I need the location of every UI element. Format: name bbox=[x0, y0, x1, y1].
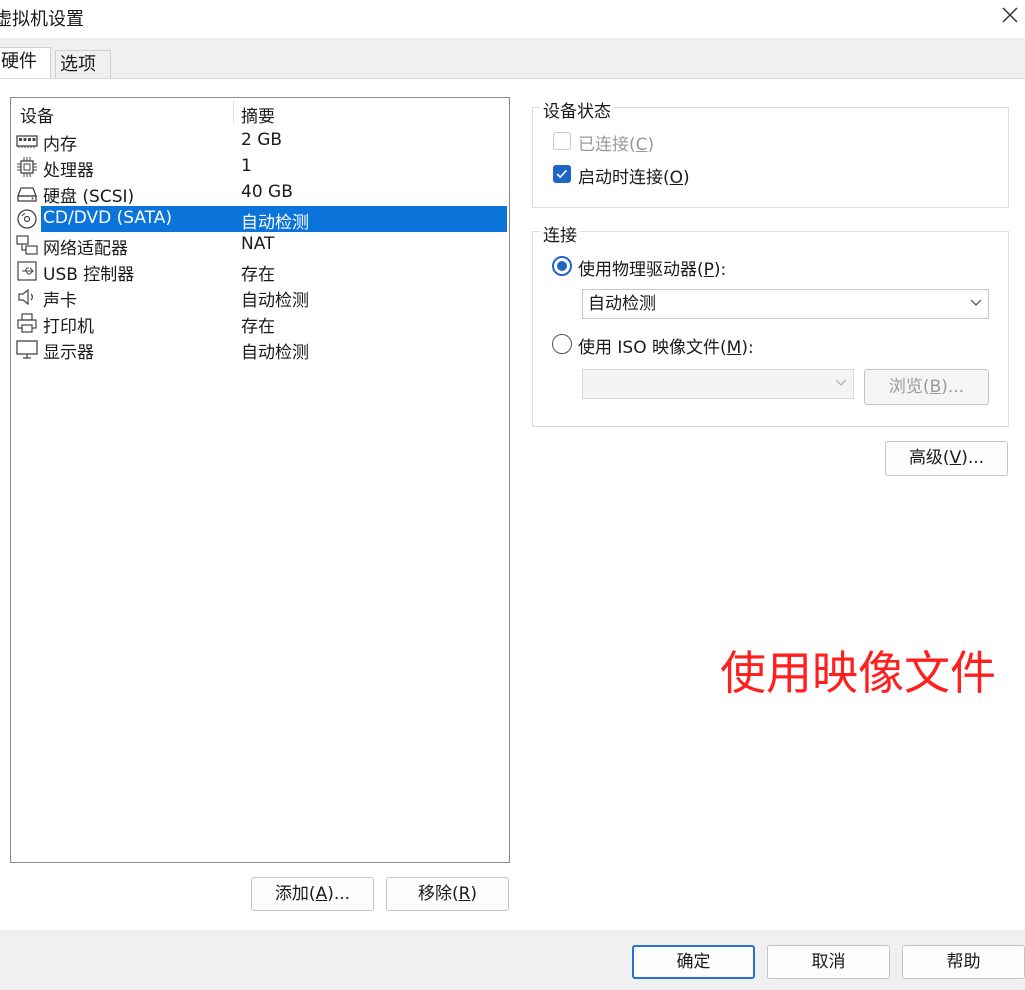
device-summary: 1 bbox=[241, 156, 252, 176]
device-row-printer[interactable]: 打印机 存在 bbox=[11, 310, 509, 337]
ok-button[interactable]: 确定 bbox=[632, 945, 755, 979]
add-device-button[interactable]: 添加(A)... bbox=[251, 877, 374, 911]
device-name: 显示器 bbox=[43, 343, 94, 363]
device-status-group bbox=[532, 107, 1009, 208]
device-summary: 2 GB bbox=[241, 130, 283, 150]
printer-icon bbox=[17, 313, 37, 333]
tab-strip bbox=[0, 38, 1025, 78]
device-row-display[interactable]: 显示器 自动检测 bbox=[11, 336, 509, 363]
device-row-hard-disk[interactable]: 硬盘 (SCSI) 40 GB bbox=[11, 180, 509, 207]
device-list-header: 设备 摘要 bbox=[11, 98, 509, 127]
help-button[interactable]: 帮助 bbox=[902, 945, 1025, 979]
title-bar: 虚拟机设置 bbox=[0, 0, 1025, 38]
device-name: USB 控制器 bbox=[43, 265, 135, 285]
iso-image-radio[interactable] bbox=[552, 334, 572, 354]
chevron-down-icon bbox=[970, 299, 982, 306]
tab-options[interactable]: 选项 bbox=[55, 50, 111, 78]
connect-at-power-on-label: 启动时连接(O) bbox=[578, 168, 690, 188]
device-summary: NAT bbox=[241, 234, 275, 254]
physical-drive-label: 使用物理驱动器(P): bbox=[578, 260, 727, 280]
processor-icon bbox=[17, 157, 37, 177]
device-name: 处理器 bbox=[43, 161, 94, 181]
memory-icon bbox=[16, 135, 38, 148]
device-summary: 存在 bbox=[241, 265, 275, 285]
column-header-device[interactable]: 设备 bbox=[20, 102, 54, 127]
device-summary: 自动检测 bbox=[241, 213, 309, 233]
remove-device-button[interactable]: 移除(R) bbox=[386, 877, 509, 911]
device-name: 声卡 bbox=[43, 291, 77, 311]
device-row-memory[interactable]: 内存 2 GB bbox=[11, 128, 509, 155]
checkmark-icon bbox=[556, 169, 568, 179]
connect-at-power-on-checkbox[interactable] bbox=[553, 165, 571, 183]
device-summary: 自动检测 bbox=[241, 291, 309, 311]
device-name: 硬盘 (SCSI) bbox=[43, 187, 135, 207]
close-icon[interactable] bbox=[999, 4, 1021, 26]
usb-icon bbox=[17, 261, 37, 281]
window-title: 虚拟机设置 bbox=[0, 9, 84, 30]
device-name: 网络适配器 bbox=[43, 239, 128, 259]
device-row-network-adapter[interactable]: 网络适配器 NAT bbox=[11, 232, 509, 259]
chevron-down-icon bbox=[835, 379, 847, 386]
device-row-processor[interactable]: 处理器 1 bbox=[11, 154, 509, 181]
iso-image-label: 使用 ISO 映像文件(M): bbox=[578, 338, 754, 358]
device-row-usb[interactable]: USB 控制器 存在 bbox=[11, 258, 509, 285]
physical-drive-radio[interactable] bbox=[552, 256, 572, 276]
hard-disk-icon bbox=[17, 187, 37, 202]
sound-icon bbox=[18, 288, 33, 306]
device-summary: 自动检测 bbox=[241, 343, 309, 363]
display-icon bbox=[16, 340, 38, 359]
device-summary: 存在 bbox=[241, 317, 275, 337]
connected-checkbox[interactable] bbox=[553, 132, 571, 150]
cancel-button[interactable]: 取消 bbox=[767, 945, 890, 979]
physical-drive-select[interactable]: 自动检测 bbox=[582, 289, 989, 319]
tab-hardware[interactable]: 硬件 bbox=[0, 47, 51, 78]
browse-button[interactable]: 浏览(B)... bbox=[864, 369, 989, 405]
physical-drive-value: 自动检测 bbox=[588, 294, 656, 314]
iso-path-combobox[interactable] bbox=[582, 369, 854, 399]
cd-dvd-icon bbox=[17, 209, 37, 229]
device-status-title: 设备状态 bbox=[540, 97, 614, 122]
advanced-button[interactable]: 高级(V)... bbox=[885, 441, 1008, 476]
device-row-cd-dvd[interactable]: CD/DVD (SATA) 自动检测 bbox=[11, 206, 509, 233]
column-divider[interactable] bbox=[233, 100, 234, 124]
device-name: CD/DVD (SATA) bbox=[43, 208, 172, 228]
connection-title: 连接 bbox=[540, 221, 580, 246]
device-row-sound[interactable]: 声卡 自动检测 bbox=[11, 284, 509, 311]
device-summary: 40 GB bbox=[241, 182, 293, 202]
network-adapter-icon bbox=[16, 235, 38, 255]
column-header-summary[interactable]: 摘要 bbox=[241, 102, 275, 127]
device-list[interactable]: 设备 摘要 内存 2 GB 处理器 1 硬盘 (SCSI) 40 GB CD/D… bbox=[10, 97, 510, 863]
device-name: 内存 bbox=[43, 135, 77, 155]
device-name: 打印机 bbox=[43, 317, 94, 337]
annotation-text: 使用映像文件 bbox=[720, 646, 996, 700]
connected-label: 已连接(C) bbox=[578, 135, 655, 155]
